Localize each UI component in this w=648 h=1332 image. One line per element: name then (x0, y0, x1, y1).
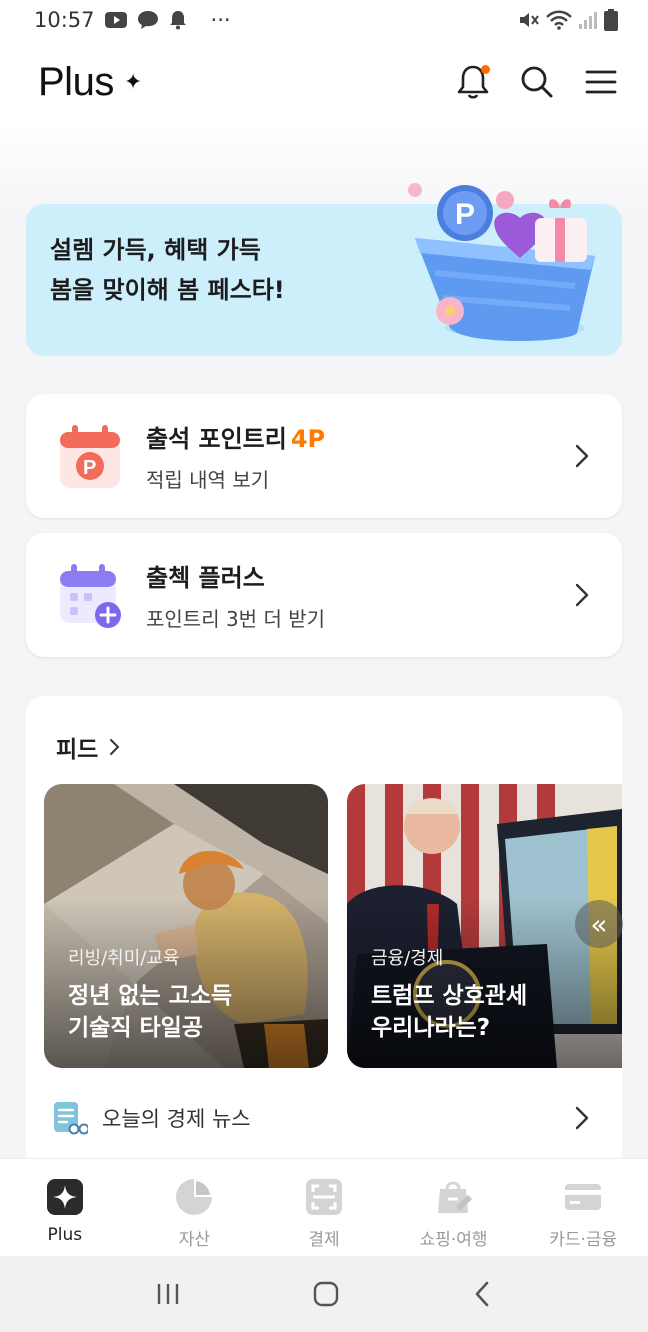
banner-line-1: 설렘 가득, 혜택 가득 (50, 236, 261, 264)
attendance-title: 출석 포인트리 (146, 425, 287, 453)
headline-line-2: 기술직 타일공 (68, 1015, 203, 1041)
feed-title: 피드 (56, 737, 99, 763)
status-bar: 10:57 ··· (0, 0, 648, 40)
search-icon (521, 66, 553, 98)
feed-scroll-button[interactable]: « (575, 900, 623, 948)
system-navigation-bar (0, 1256, 648, 1332)
scan-icon (305, 1179, 342, 1215)
feed-headline: 정년 없는 고소득 기술직 타일공 (68, 980, 318, 1044)
shopping-basket-illustration: P (408, 183, 595, 342)
search-button[interactable] (518, 63, 556, 101)
nav-assets[interactable]: 자산 (130, 1159, 260, 1256)
more-status-icon: ··· (210, 8, 231, 32)
nav-label: 카드·금융 (549, 1230, 618, 1250)
card-subtitle: 적립 내역 보기 (146, 468, 270, 492)
feed-category: 금융/경제 (371, 948, 444, 969)
app-header: Plus ✦ (0, 40, 648, 124)
notification-dot (481, 65, 490, 74)
status-time: 10:57 (34, 8, 95, 32)
svg-text:P: P (455, 198, 475, 231)
card-title: 출석 포인트리 4P (146, 419, 572, 454)
feed-category: 리빙/취미/교육 (68, 948, 180, 969)
news-document-icon (54, 1102, 88, 1135)
chevron-right-icon (575, 583, 589, 607)
nav-label: 쇼핑·여행 (419, 1230, 488, 1250)
back-icon[interactable] (471, 1280, 493, 1308)
calendar-plus-icon (60, 564, 121, 628)
nav-payment[interactable]: 결제 (259, 1159, 389, 1256)
banner-text: 설렘 가득, 혜택 가득 봄을 맞이해 봄 페스타! (50, 230, 285, 310)
banner-line-2: 봄을 맞이해 봄 페스타! (50, 276, 285, 304)
nav-label: 결제 (308, 1230, 340, 1250)
home-icon[interactable] (312, 1280, 340, 1308)
chevron-right-icon (575, 1106, 589, 1130)
chevron-right-icon (575, 444, 589, 468)
youtube-icon (104, 12, 127, 28)
nav-label: Plus (47, 1225, 83, 1245)
chevron-right-icon (110, 739, 120, 755)
menu-button[interactable] (582, 63, 620, 101)
feed-section: 피드 리빙/취미/교육 정년 없는 고소득 기술직 타일공 금융/경제 트럼프 … (26, 696, 623, 1176)
signal-icon (579, 12, 597, 29)
nav-plus[interactable]: Plus (0, 1159, 130, 1256)
sparkle-icon: ✦ (123, 69, 142, 94)
check-in-title: 출첵 플러스 (146, 564, 265, 592)
nav-card-finance[interactable]: 카드·금융 (518, 1159, 648, 1256)
economy-news-link[interactable]: 오늘의 경제 뉴스 (52, 1098, 592, 1138)
double-chevron-left-icon: « (590, 907, 608, 941)
plus-sparkle-icon (46, 1179, 83, 1215)
attendance-points-card[interactable]: P 출석 포인트리 4P 적립 내역 보기 (26, 394, 622, 518)
news-label: 오늘의 경제 뉴스 (102, 1107, 251, 1131)
hamburger-menu-icon (585, 70, 617, 94)
recent-apps-icon[interactable] (155, 1281, 181, 1307)
card-subtitle: 포인트리 3번 더 받기 (146, 607, 325, 631)
points-value: 4P (290, 425, 326, 453)
feed-header-link[interactable]: 피드 (56, 730, 120, 764)
mute-icon (520, 13, 539, 27)
notification-bell-status-icon (169, 11, 186, 30)
notifications-button[interactable] (454, 63, 492, 101)
svg-text:P: P (83, 457, 96, 479)
nav-label: 자산 (178, 1230, 211, 1250)
wifi-icon (546, 10, 572, 30)
headline-line-2: 우리나라는? (371, 1015, 491, 1041)
nav-shopping-travel[interactable]: 쇼핑·여행 (389, 1159, 519, 1256)
headline-line-1: 트럼프 상호관세 (371, 983, 528, 1009)
bottom-navigation: Plus 자산 결제 쇼핑·여행 카드·금융 (0, 1158, 648, 1256)
feed-card-tile-worker[interactable]: 리빙/취미/교육 정년 없는 고소득 기술직 타일공 (44, 784, 328, 1068)
logo-text: Plus (38, 59, 114, 104)
calendar-points-icon: P (60, 425, 120, 488)
headline-line-1: 정년 없는 고소득 (68, 983, 233, 1009)
app-logo: Plus ✦ (38, 60, 142, 105)
check-in-plus-card[interactable]: 출첵 플러스 포인트리 3번 더 받기 (26, 533, 622, 657)
chat-icon (137, 11, 158, 29)
battery-icon (604, 9, 618, 31)
shopping-bag-icon (437, 1181, 472, 1213)
card-icon (565, 1184, 602, 1210)
pie-chart-icon (176, 1179, 213, 1215)
feed-headline: 트럼프 상호관세 우리나라는? (371, 980, 621, 1044)
